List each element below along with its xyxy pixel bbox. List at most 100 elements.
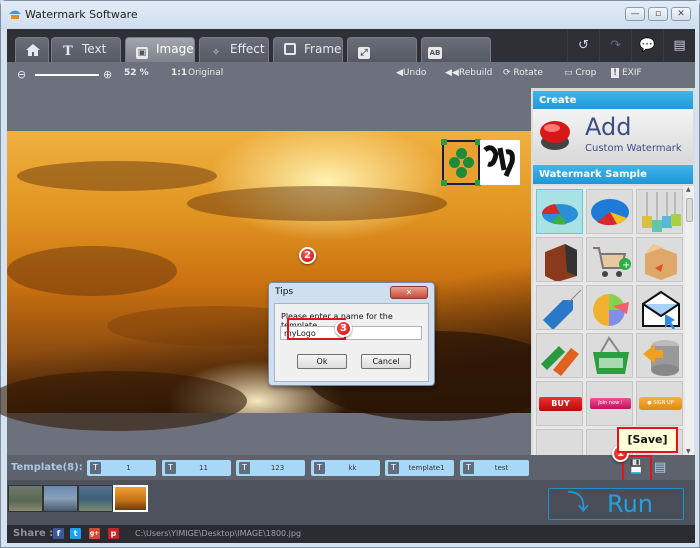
sign-up-label: ● SIGN UP [639, 397, 682, 410]
watermark-logo-selected[interactable] [441, 139, 481, 186]
run-button[interactable]: ⤵ Run [548, 488, 684, 520]
ratio-icon[interactable]: 1:1 [171, 68, 187, 78]
twitter-icon[interactable]: t [70, 528, 81, 539]
exif-button[interactable]: ! EXIF [611, 68, 642, 78]
feedback-button[interactable]: 💬 [631, 29, 663, 62]
rebuild-button[interactable]: ◀◀Rebuild [445, 68, 492, 78]
image-canvas[interactable]: Tips ✕ Please enter a name for the templ… [0, 88, 567, 431]
sample-sign-up-button[interactable]: ● SIGN UP [636, 381, 683, 426]
watermark-sample-grid: + BUY Join now ! ● SIGN UP [533, 186, 685, 455]
pie-chart-icon [541, 204, 578, 225]
thumbnail[interactable] [8, 485, 43, 512]
zoom-slider[interactable] [35, 74, 99, 76]
sample-sale-hangers[interactable] [536, 333, 583, 378]
tab-home[interactable] [15, 37, 49, 62]
close-window-button[interactable]: ✕ [671, 7, 691, 21]
undo-history-button[interactable]: ↺ [567, 29, 599, 62]
maximize-button[interactable]: ▫ [648, 7, 668, 21]
step-badge-3: 3 [335, 320, 352, 337]
zoom-out-icon[interactable]: ⊖ [17, 68, 26, 81]
tab-text[interactable]: T Text [51, 37, 121, 62]
window-title: Watermark Software [25, 8, 138, 21]
run-icon: ⤵ [567, 491, 590, 516]
template-icon: T [239, 462, 250, 474]
resize-icon: ⤢ [358, 47, 370, 59]
share-bar: Share : f t g+ p C:\Users\YIMIGE\Desktop… [7, 525, 695, 543]
basket-icon [593, 336, 629, 374]
template-bar: Template(8): T1 T 11 T 123 Tkk Ttemplate1 … [7, 455, 695, 480]
sample-shopping-cart[interactable]: + [586, 237, 633, 282]
template-list-button[interactable]: ▤ [654, 460, 666, 475]
sample-database-arrow[interactable] [636, 333, 683, 378]
sample-price-tag[interactable] [536, 285, 583, 330]
template-item[interactable]: Ttemplate1 [385, 460, 454, 476]
minimize-button[interactable]: — [625, 7, 645, 21]
rename-icon: AB [428, 47, 442, 59]
add-subtitle: Custom Watermark [585, 143, 682, 154]
template-count-label: Template(8): [11, 462, 83, 473]
scrollbar-thumb[interactable] [686, 198, 693, 222]
cancel-button[interactable]: Cancel [361, 354, 411, 369]
svg-text:+: + [622, 260, 630, 271]
template-item[interactable]: Tkk [311, 460, 380, 476]
sample-buy-button[interactable]: BUY [536, 381, 583, 426]
redo-history-button[interactable]: ↷ [599, 29, 631, 62]
add-title: Add [585, 113, 632, 141]
exif-icon: ! [611, 68, 620, 78]
template-icon: T [314, 462, 325, 474]
tab-frame[interactable]: Frame [273, 37, 343, 62]
sample-server-rack[interactable] [536, 237, 583, 282]
dialog-close-button[interactable]: ✕ [390, 286, 428, 299]
facebook-icon[interactable]: f [53, 528, 64, 539]
template-item[interactable]: T 123 [236, 460, 305, 476]
sample-pie-chart-3d[interactable] [536, 189, 583, 234]
add-custom-watermark-button[interactable]: Add Custom Watermark [533, 109, 693, 163]
template-icon: T [463, 462, 474, 474]
watermark-logo[interactable] [441, 139, 522, 186]
rotate-icon: ⟳ [503, 68, 514, 78]
thumbnail-selected[interactable] [113, 485, 148, 512]
tab-resize[interactable]: ⤢Resize [347, 37, 417, 79]
zoom-percent: 52 % [124, 68, 149, 78]
pie-chart-icon [591, 199, 629, 226]
sample-join-now-button[interactable]: Join now ! [586, 381, 633, 426]
template-item[interactable]: T 11 [162, 460, 231, 476]
scroll-up-icon[interactable]: ▲ [686, 186, 691, 193]
template-item[interactable]: Ttest [460, 460, 529, 476]
thumbnail[interactable] [43, 485, 78, 512]
magic-wand-icon: ✧ [212, 48, 220, 58]
door-hanger-icon [541, 346, 579, 376]
crop-button[interactable]: ▭ Crop [564, 68, 596, 78]
sample-cartoon[interactable] [536, 429, 583, 455]
sample-pie-chart-blue[interactable] [586, 189, 633, 234]
undo-icon: ↺ [578, 38, 589, 53]
undo-arrow-icon: ◀ [396, 68, 403, 78]
google-plus-icon[interactable]: g+ [89, 528, 100, 539]
zoom-in-icon[interactable]: ⊕ [103, 68, 112, 81]
sample-pie-chart-pastel[interactable] [586, 285, 633, 330]
sample-email-envelope[interactable] [636, 285, 683, 330]
tab-image[interactable]: ▣ Image [125, 37, 195, 62]
sample-scrollbar[interactable]: ▲ ▼ [685, 186, 694, 455]
pinterest-icon[interactable]: p [108, 528, 119, 539]
scroll-down-icon[interactable]: ▼ [686, 448, 691, 455]
document-button[interactable]: ▤ [663, 29, 695, 62]
sample-shopping-basket[interactable] [586, 333, 633, 378]
tab-rename[interactable]: ABRename [421, 37, 491, 79]
document-icon: ▤ [673, 38, 686, 53]
rotate-button[interactable]: ⟳ Rotate [503, 68, 543, 78]
home-icon [26, 44, 40, 56]
crop-icon: ▭ [564, 68, 576, 78]
server-icon [545, 244, 577, 281]
file-path: C:\Users\YIMIGE\Desktop\IMAGE\1800.jpg [135, 529, 302, 538]
thumbnail[interactable] [78, 485, 113, 512]
step-badge-2: 2 [299, 247, 316, 264]
sample-sale-tags[interactable] [636, 189, 683, 234]
sample-open-box[interactable] [636, 237, 683, 282]
tab-effect[interactable]: ✧ Effect [199, 37, 269, 62]
undo-button[interactable]: ◀Undo [396, 68, 426, 78]
template-item[interactable]: T1 [87, 460, 156, 476]
original-button[interactable]: Original [188, 68, 223, 78]
dialog-title: Tips [275, 287, 294, 297]
ok-button[interactable]: Ok [297, 354, 347, 369]
